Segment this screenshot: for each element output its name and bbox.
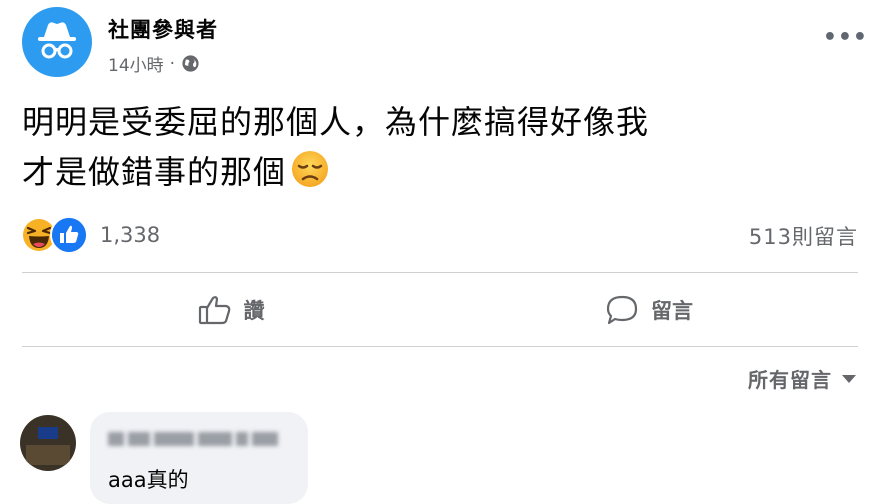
incognito-icon — [38, 22, 76, 59]
post-text-line-2: 才是做錯事的那個 — [22, 153, 287, 191]
anonymous-avatar[interactable] — [22, 7, 92, 77]
comment-text: aaa真的 — [108, 468, 189, 492]
comment-bubble-icon — [606, 295, 638, 325]
divider-bottom — [22, 346, 858, 347]
commenter-name-blurred[interactable] — [108, 428, 290, 448]
avatar-image-detail — [38, 427, 58, 439]
post-author[interactable]: 社團參與者 — [108, 14, 218, 44]
post-header: 社團參與者 14小時 · ••• — [22, 7, 870, 79]
post-text-line-2-wrap: 才是做錯事的那個 — [22, 147, 862, 197]
divider-top — [22, 272, 858, 273]
like-reaction-icon[interactable] — [50, 216, 88, 254]
post-text-line-1: 明明是受委屈的那個人，為什麼搞得好像我 — [22, 103, 650, 141]
comment-bubble: aaa真的 — [90, 412, 308, 504]
reaction-stats: 1,338 513則留言 — [22, 216, 858, 256]
sort-label: 所有留言 — [748, 368, 832, 392]
reaction-count[interactable]: 1,338 — [100, 223, 160, 247]
meta-separator: · — [169, 53, 176, 74]
commenter-avatar[interactable] — [20, 415, 76, 471]
avatar-image-detail — [26, 445, 70, 465]
caret-down-icon — [842, 374, 856, 383]
globe-icon — [182, 55, 199, 72]
post-body: 明明是受委屈的那個人，為什麼搞得好像我 才是做錯事的那個 — [22, 97, 862, 197]
more-options-button[interactable]: ••• — [823, 25, 868, 50]
post-actions: 讚 留言 — [22, 274, 858, 346]
comment-label: 留言 — [651, 299, 693, 323]
post-meta: 14小時 · — [108, 51, 200, 76]
comment-count[interactable]: 513則留言 — [749, 221, 858, 251]
like-button[interactable]: 讚 — [22, 274, 440, 346]
disappointed-face-icon — [292, 151, 329, 187]
like-label: 讚 — [243, 299, 265, 323]
post-time[interactable]: 14小時 — [108, 51, 164, 76]
thumbs-up-icon — [198, 296, 230, 325]
comment-button[interactable]: 留言 — [440, 274, 858, 346]
comment-sort-dropdown[interactable]: 所有留言 — [748, 364, 856, 393]
